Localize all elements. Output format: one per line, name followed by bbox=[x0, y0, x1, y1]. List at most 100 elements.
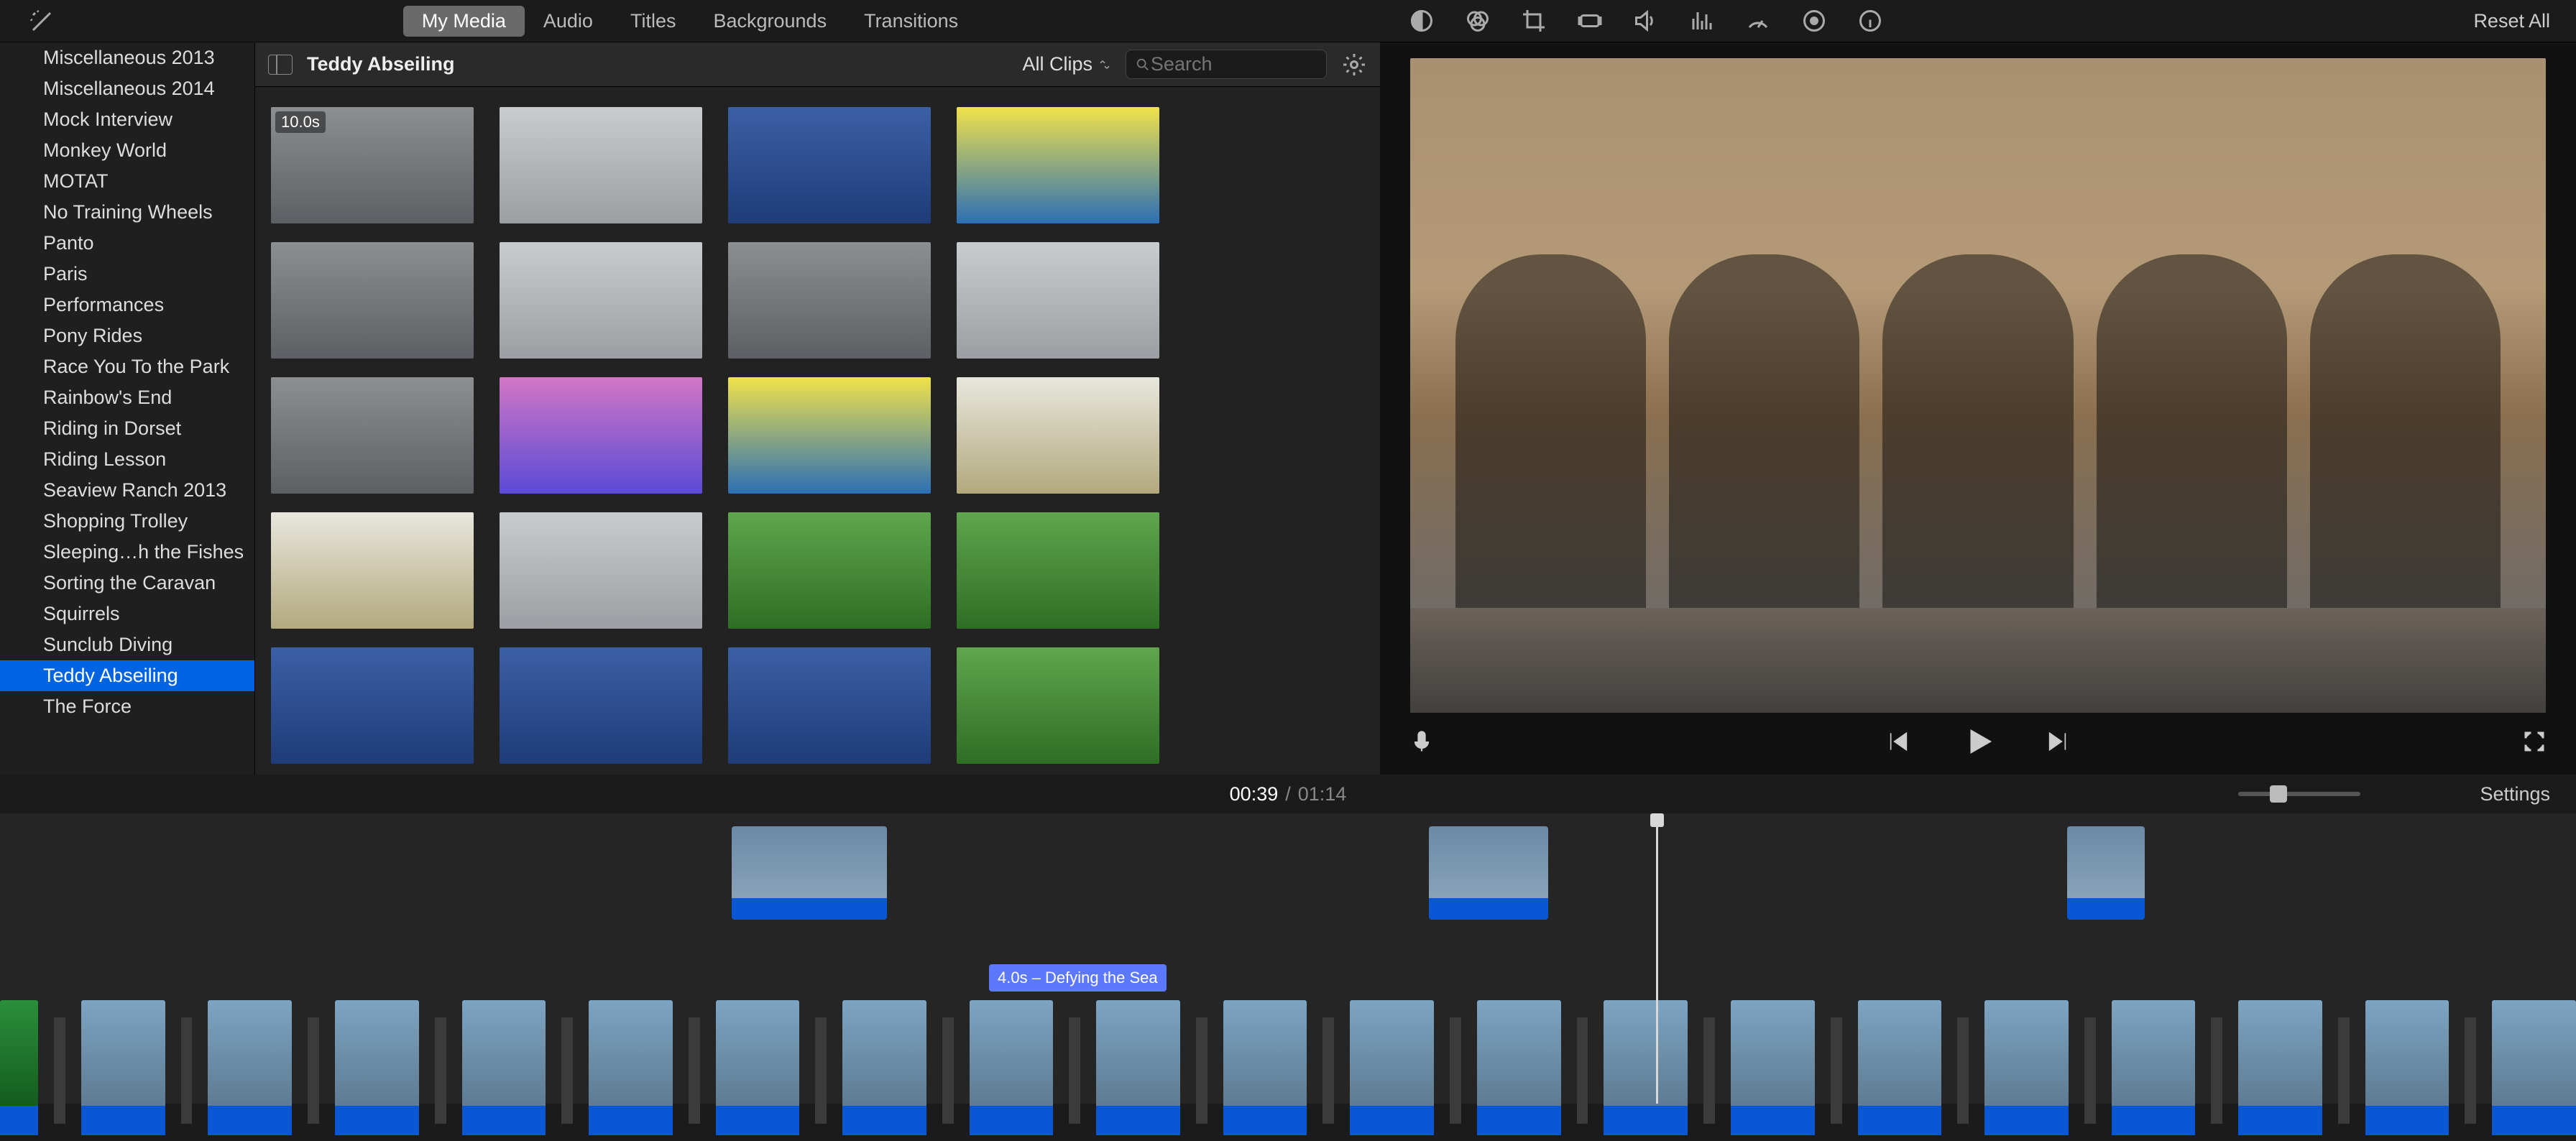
media-clip[interactable] bbox=[500, 512, 702, 629]
transition[interactable] bbox=[1577, 1017, 1588, 1124]
transition[interactable] bbox=[689, 1017, 700, 1124]
transition[interactable] bbox=[1069, 1017, 1080, 1124]
sidebar-item[interactable]: Mock Interview bbox=[0, 104, 254, 135]
sidebar-item[interactable]: MOTAT bbox=[0, 166, 254, 197]
sidebar-item[interactable]: Panto bbox=[0, 228, 254, 259]
timeline-clip[interactable] bbox=[1731, 1000, 1815, 1141]
transition[interactable] bbox=[2211, 1017, 2222, 1124]
clip-filter-dropdown[interactable]: All Clips bbox=[1022, 53, 1111, 75]
timeline[interactable]: 4.0s – Defying the Sea bbox=[0, 813, 2576, 1104]
media-clip[interactable] bbox=[500, 107, 702, 223]
sidebar-item[interactable]: Miscellaneous 2014 bbox=[0, 73, 254, 104]
timeline-clip[interactable] bbox=[208, 1000, 292, 1141]
sidebar-item[interactable]: Rainbow's End bbox=[0, 382, 254, 413]
cutaway-clip[interactable] bbox=[1429, 826, 1548, 920]
timeline-clip[interactable] bbox=[1096, 1000, 1180, 1141]
cutaway-clip[interactable] bbox=[2067, 826, 2145, 920]
sidebar-item[interactable]: Squirrels bbox=[0, 599, 254, 629]
search-field[interactable] bbox=[1126, 50, 1327, 79]
volume-icon[interactable] bbox=[1633, 8, 1659, 34]
timeline-clip[interactable] bbox=[1858, 1000, 1942, 1141]
timeline-clip[interactable] bbox=[2365, 1000, 2450, 1141]
media-clip[interactable] bbox=[728, 377, 931, 494]
color-correction-icon[interactable] bbox=[1465, 8, 1491, 34]
transition[interactable] bbox=[435, 1017, 446, 1124]
timeline-clip[interactable] bbox=[335, 1000, 419, 1141]
cutaway-clip[interactable] bbox=[732, 826, 887, 920]
sidebar-item[interactable]: Miscellaneous 2013 bbox=[0, 42, 254, 73]
sidebar-item[interactable]: Sleeping…h the Fishes bbox=[0, 537, 254, 568]
info-share-icon[interactable] bbox=[1801, 8, 1827, 34]
media-clip[interactable] bbox=[728, 647, 931, 764]
timeline-clip[interactable] bbox=[1477, 1000, 1561, 1141]
transition[interactable] bbox=[2084, 1017, 2096, 1124]
transition[interactable] bbox=[2465, 1017, 2476, 1124]
search-input[interactable] bbox=[1151, 53, 1317, 75]
sidebar-item[interactable]: Monkey World bbox=[0, 135, 254, 166]
sidebar-item[interactable]: Paris bbox=[0, 259, 254, 290]
sidebar-item[interactable]: No Training Wheels bbox=[0, 197, 254, 228]
media-clip[interactable]: 10.0s bbox=[271, 107, 474, 223]
timeline-clip[interactable] bbox=[1604, 1000, 1688, 1141]
media-clip[interactable] bbox=[500, 242, 702, 359]
sidebar-item[interactable]: Shopping Trolley bbox=[0, 506, 254, 537]
sidebar-item[interactable]: Riding Lesson bbox=[0, 444, 254, 475]
transition[interactable] bbox=[1450, 1017, 1461, 1124]
tab-transitions[interactable]: Transitions bbox=[845, 6, 977, 37]
transition[interactable] bbox=[1703, 1017, 1715, 1124]
media-clip[interactable] bbox=[271, 242, 474, 359]
timeline-clip[interactable] bbox=[2112, 1000, 2196, 1141]
timeline-clip[interactable] bbox=[2238, 1000, 2322, 1141]
timeline-clip[interactable] bbox=[1984, 1000, 2069, 1141]
sidebar-item[interactable]: Performances bbox=[0, 290, 254, 320]
media-clip[interactable] bbox=[957, 107, 1159, 223]
timeline-clip[interactable] bbox=[842, 1000, 926, 1141]
sidebar-item[interactable]: Seaview Ranch 2013 bbox=[0, 475, 254, 506]
media-clip[interactable] bbox=[728, 107, 931, 223]
sidebar-item[interactable]: Race You To the Park bbox=[0, 351, 254, 382]
speed-icon[interactable] bbox=[1745, 8, 1771, 34]
timeline-zoom-slider[interactable] bbox=[2238, 792, 2360, 796]
media-clip[interactable] bbox=[500, 377, 702, 494]
timeline-clip[interactable] bbox=[589, 1000, 673, 1141]
title-clip-label[interactable]: 4.0s – Defying the Sea bbox=[989, 964, 1167, 992]
voiceover-mic-icon[interactable] bbox=[1409, 726, 1435, 762]
media-clip[interactable] bbox=[957, 647, 1159, 764]
noise-equalizer-icon[interactable] bbox=[1689, 8, 1715, 34]
transition[interactable] bbox=[815, 1017, 827, 1124]
sidebar-toggle-icon[interactable] bbox=[268, 55, 293, 75]
sidebar-item[interactable]: Riding in Dorset bbox=[0, 413, 254, 444]
sidebar-item[interactable]: The Force bbox=[0, 691, 254, 722]
transition[interactable] bbox=[1322, 1017, 1334, 1124]
timeline-clip[interactable] bbox=[1350, 1000, 1434, 1141]
next-clip-button[interactable] bbox=[2045, 727, 2074, 761]
media-clip[interactable] bbox=[957, 242, 1159, 359]
stabilization-icon[interactable] bbox=[1577, 8, 1603, 34]
media-clip[interactable] bbox=[271, 647, 474, 764]
transition[interactable] bbox=[1831, 1017, 1842, 1124]
tab-backgrounds[interactable]: Backgrounds bbox=[694, 6, 845, 37]
reset-all-button[interactable]: Reset All bbox=[2473, 10, 2550, 32]
prev-clip-button[interactable] bbox=[1882, 727, 1911, 761]
transition[interactable] bbox=[942, 1017, 954, 1124]
media-clip[interactable] bbox=[957, 512, 1159, 629]
browser-settings-icon[interactable] bbox=[1341, 52, 1367, 78]
media-clip[interactable] bbox=[728, 242, 931, 359]
enhance-wand-icon[interactable] bbox=[29, 9, 55, 34]
tab-titles[interactable]: Titles bbox=[612, 6, 695, 37]
media-clip[interactable] bbox=[957, 377, 1159, 494]
sidebar-item[interactable]: Pony Rides bbox=[0, 320, 254, 351]
media-clip[interactable] bbox=[271, 512, 474, 629]
timeline-clip[interactable] bbox=[462, 1000, 546, 1141]
timeline-clip[interactable] bbox=[970, 1000, 1054, 1141]
play-button[interactable] bbox=[1961, 725, 1995, 763]
media-clip[interactable] bbox=[728, 512, 931, 629]
transition[interactable] bbox=[181, 1017, 193, 1124]
media-clip[interactable] bbox=[500, 647, 702, 764]
timeline-settings-button[interactable]: Settings bbox=[2480, 783, 2550, 805]
sidebar-item[interactable]: Teddy Abseiling bbox=[0, 660, 254, 691]
transition[interactable] bbox=[1957, 1017, 1969, 1124]
transition[interactable] bbox=[2338, 1017, 2350, 1124]
fullscreen-icon[interactable] bbox=[2521, 729, 2547, 759]
clip-info-icon[interactable] bbox=[1857, 8, 1883, 34]
